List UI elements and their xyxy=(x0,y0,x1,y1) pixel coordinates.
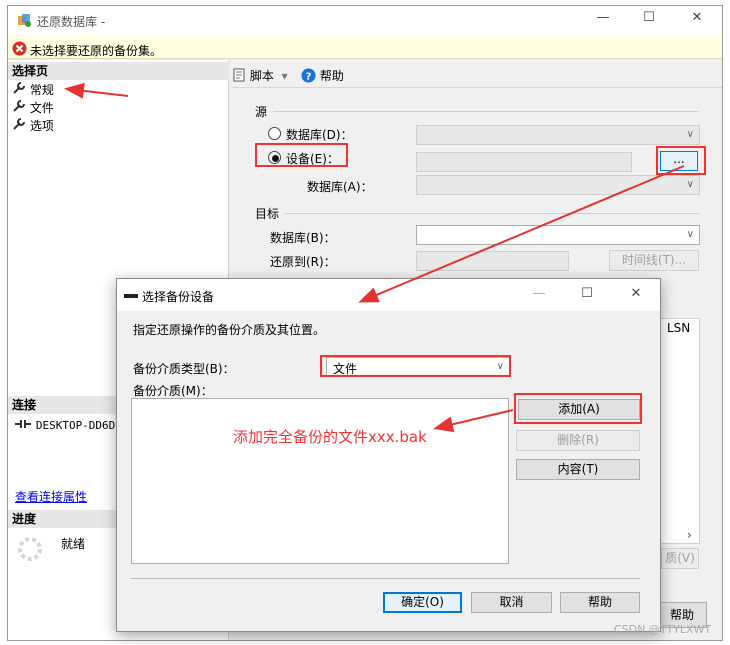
watermark: CSDN @TTYLXWT xyxy=(614,623,712,636)
arrow-to-general xyxy=(64,82,129,99)
arrow-to-dialog xyxy=(358,165,685,303)
arrow-to-annotation xyxy=(433,409,514,433)
annotation-arrows xyxy=(64,82,685,433)
